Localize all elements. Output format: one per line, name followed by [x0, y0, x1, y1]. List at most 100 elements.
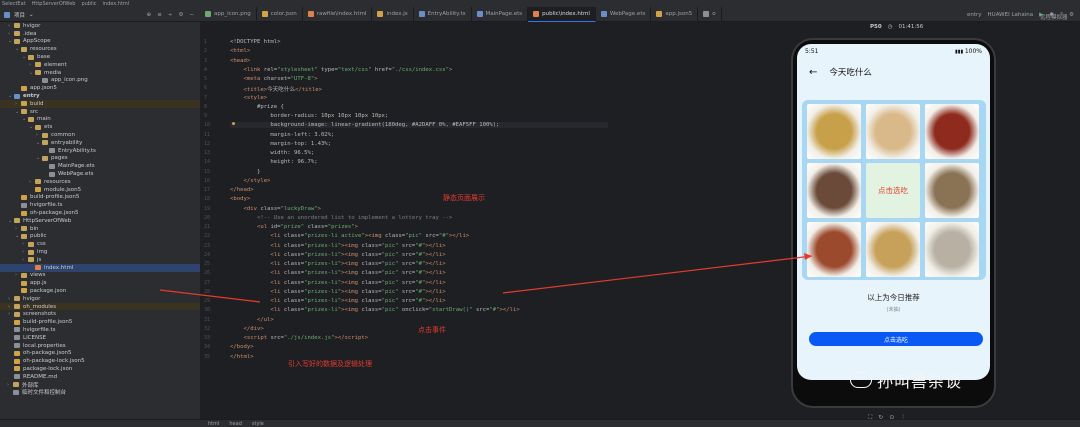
code-line[interactable]: <li class="prizes-li active"><img class=… [230, 233, 469, 239]
code-line[interactable]: <html> [230, 48, 250, 54]
tree-item[interactable]: ⌄ pages [0, 155, 200, 163]
tree-item[interactable]: › .idea [0, 30, 200, 38]
code-line[interactable]: } [230, 169, 260, 175]
tab-6[interactable]: public\index.html [528, 7, 596, 22]
tree-item[interactable]: › js [0, 256, 200, 264]
expand-icon[interactable]: ÷ [168, 12, 173, 18]
code-line[interactable]: <title>今天吃什么</title> [230, 85, 322, 93]
tree-item[interactable]: › bin [0, 225, 200, 233]
tree-item[interactable]: build-profile.json5 [0, 194, 200, 202]
code-line[interactable]: height: 96.7%; [230, 159, 317, 165]
tree-item[interactable]: WebPage.ets [0, 170, 200, 178]
tree-item[interactable]: local.properties [0, 342, 200, 350]
code-line[interactable]: margin-top: 1.43%; [230, 141, 331, 147]
status-crumb-head[interactable]: head [229, 421, 241, 427]
tree-item[interactable]: › resources [0, 178, 200, 186]
code-line[interactable]: border-radius: 10px 10px 10px 10px; [230, 113, 388, 119]
breadcrumb-file[interactable]: index.html [103, 1, 130, 7]
draw-button[interactable]: 点击选吃 [809, 332, 983, 346]
tree-item[interactable]: index.html [0, 263, 200, 272]
minimize-icon[interactable]: − [189, 12, 194, 18]
tree-item[interactable]: app.js [0, 279, 200, 287]
settings-icon[interactable]: ⚙ [1069, 12, 1074, 18]
tree-item[interactable]: ⌄ main [0, 116, 200, 124]
tree-item[interactable]: › css [0, 240, 200, 248]
collapse-icon[interactable]: ≡ [157, 12, 162, 18]
tree-item[interactable]: MainPage.ets [0, 162, 200, 170]
code-line[interactable]: <li class="prizes-li"><img class="pic" s… [230, 252, 445, 258]
tree-item[interactable]: app.json5 [0, 84, 200, 92]
code-line[interactable]: <link rel="stylesheet" type="text/css" h… [230, 67, 452, 73]
code-line[interactable]: width: 96.5%; [230, 150, 314, 156]
tree-item[interactable]: › img [0, 248, 200, 256]
code-line[interactable]: <li class="prizes-li"><img class="pic" s… [230, 298, 445, 304]
code-line[interactable]: </body> [230, 344, 254, 350]
code-line[interactable]: <!DOCTYPE html> [230, 39, 281, 45]
code-line[interactable]: </div> [230, 326, 263, 332]
code-line[interactable]: </ul> [230, 317, 274, 323]
tab-9[interactable]: o [698, 7, 722, 21]
code-line[interactable]: <li class="prizes-li"><img class="pic" s… [230, 270, 445, 276]
status-crumb-html[interactable]: html [208, 421, 219, 427]
tab-2[interactable]: rawfile\index.html [303, 7, 373, 21]
code-line[interactable]: <li class="prizes-li"><img class="pic" s… [230, 289, 445, 295]
tree-item[interactable]: 临时文件和控制台 [0, 388, 200, 396]
back-arrow-icon[interactable]: ← [809, 67, 817, 78]
tree-item[interactable]: ⌄ entry [0, 92, 200, 100]
tree-item[interactable]: ⌄ entryability [0, 139, 200, 147]
code-editor[interactable]: 1 2 3 4 5 6 7 8 9 10 11 12 13 14 15 16 17 18 19 20 21 22 23 24 2… [200, 22, 610, 419]
status-crumb-style[interactable]: style [252, 421, 264, 427]
tree-item[interactable]: oh-package.json5 [0, 209, 200, 217]
tree-item[interactable]: ⌄ base [0, 53, 200, 61]
module-select[interactable]: entry [967, 12, 982, 18]
tab-1[interactable]: color.json [257, 7, 303, 21]
tab-8[interactable]: app.json5 [651, 7, 699, 21]
tree-item[interactable]: ⌄ public [0, 233, 200, 241]
tree-item[interactable]: ⌄ HttpServerOfWeb [0, 217, 200, 225]
breadcrumb-project[interactable]: HttpServerOfWeb [32, 1, 76, 7]
tab-4[interactable]: EntryAbility.ts [414, 7, 472, 21]
code-line[interactable]: <!-- Use an unordered list to implement … [230, 215, 452, 221]
chevron-down-icon[interactable]: ⌄ [29, 12, 34, 18]
tree-item[interactable]: ⌄ resources [0, 45, 200, 53]
breadcrumb-folder[interactable]: public [81, 1, 96, 7]
tree-item[interactable]: › views [0, 272, 200, 280]
tree-item[interactable]: › 外部库 [0, 381, 200, 389]
tree-item[interactable]: oh-package.json5 [0, 349, 200, 357]
locate-icon[interactable]: ⊕ [147, 12, 152, 18]
code-line[interactable]: </style> [230, 178, 270, 184]
code-line[interactable]: <style> [230, 95, 267, 101]
code-line[interactable]: </head> [230, 187, 254, 193]
tree-item[interactable]: app_icon.png [0, 77, 200, 85]
tree-item[interactable]: hvigorfile.ts [0, 201, 200, 209]
code-line[interactable]: <head> [230, 58, 250, 64]
code-line[interactable]: #prize { [230, 104, 284, 110]
code-line[interactable]: margin-left: 3.02%; [230, 132, 334, 138]
intention-bulb-icon[interactable]: ● [232, 121, 235, 127]
tree-item[interactable]: › screenshots [0, 310, 200, 318]
code-line[interactable]: </html> [230, 354, 254, 360]
tree-item[interactable]: › hvigor [0, 295, 200, 303]
tree-item[interactable]: package-lock.json [0, 365, 200, 373]
code-line[interactable]: <body> [230, 196, 250, 202]
code-line[interactable]: <li class="prizes-li"><img class="pic" s… [230, 243, 445, 249]
tree-item[interactable]: › oh_modules [0, 302, 200, 311]
tab-3[interactable]: index.js [372, 7, 414, 21]
code-line[interactable]: <meta charset="UTF-8"> [230, 76, 317, 82]
tree-item[interactable]: › common [0, 131, 200, 139]
tree-item[interactable]: build-profile.json5 [0, 318, 200, 326]
code-line[interactable]: <script src="./js/index.js"></script> [230, 335, 368, 341]
code-line[interactable]: <li class="prizes-li"><img class="pic" s… [230, 280, 445, 286]
tree-item[interactable]: EntryAbility.ts [0, 147, 200, 155]
tree-item[interactable]: LICENSE [0, 334, 200, 342]
tree-item[interactable]: module.json5 [0, 186, 200, 194]
device-select[interactable]: HUAWEI Lahaina [988, 12, 1034, 18]
tree-item[interactable]: › hvigor [0, 22, 200, 30]
code-line[interactable]: <li class="prizes-li"><img class="pic" s… [230, 261, 445, 267]
tab-7[interactable]: WebPage.ets [596, 7, 652, 21]
tree-item[interactable]: ⌄ src [0, 108, 200, 116]
code-line[interactable]: <ul id="prize" class="prizes"> [230, 224, 358, 230]
tree-item[interactable]: › build [0, 99, 200, 108]
code-line[interactable]: background-image: linear-gradient(180deg… [230, 122, 608, 129]
project-label[interactable]: 项目 [14, 11, 25, 19]
